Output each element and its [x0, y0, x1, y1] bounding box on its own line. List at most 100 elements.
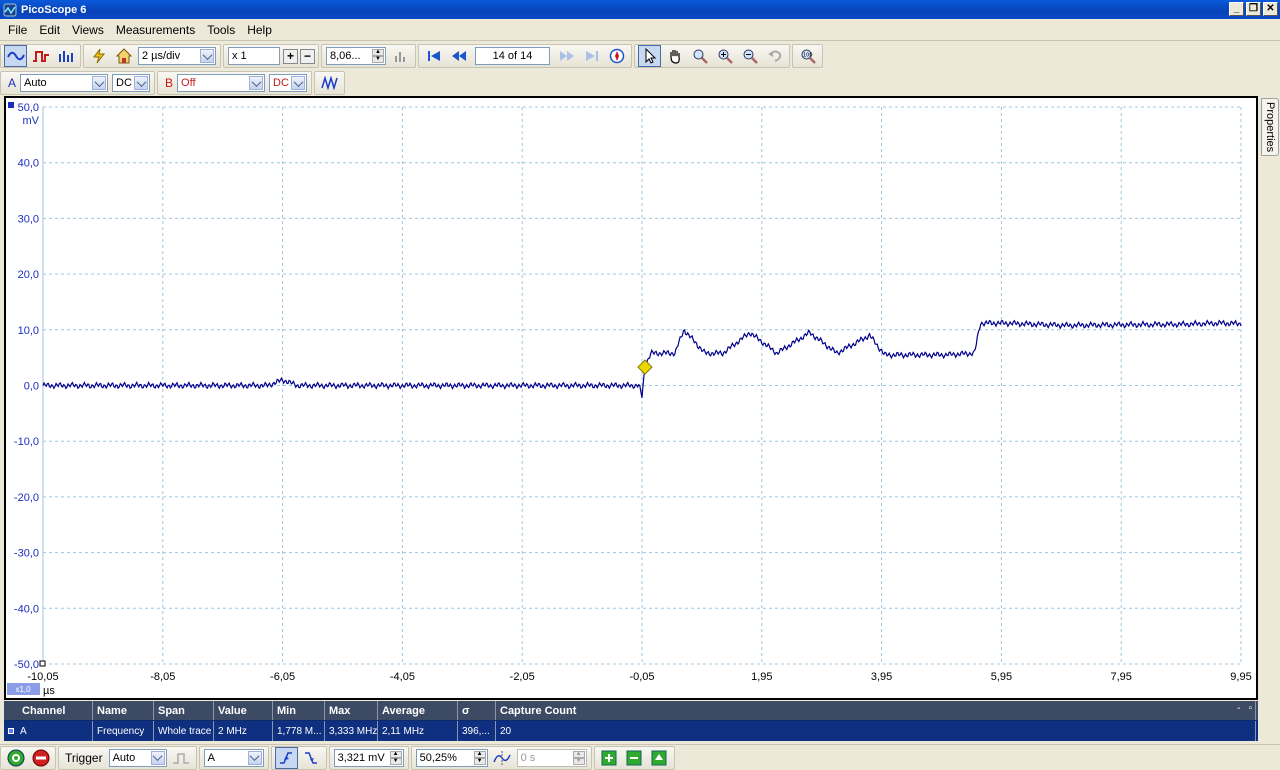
resolution-enhance-icon[interactable]	[389, 45, 412, 67]
zoom-tool-icon[interactable]	[688, 45, 711, 67]
zoom-overview-icon[interactable]: 100	[796, 45, 819, 67]
persistence-mode-icon[interactable]	[29, 45, 52, 67]
table-cell: 2 MHz	[214, 721, 273, 741]
zoom-out-minus-button[interactable]: −	[300, 48, 315, 64]
zoom-factor-field[interactable]: x 1	[228, 47, 280, 65]
zoom-in-icon[interactable]	[713, 45, 736, 67]
x-tick-label: -2,05	[510, 671, 535, 683]
column-header[interactable]: Value	[214, 701, 273, 720]
trigger-label: Trigger	[65, 750, 103, 765]
channel-a-range-select[interactable]: Auto	[20, 74, 109, 92]
spectrum-mode-icon[interactable]	[54, 45, 77, 67]
oscilloscope-plot[interactable]: -10,05 -8,05 -6,05 -4,05 -2,05 -0,05 1,95 3,95 5…	[6, 98, 1256, 698]
delete-measurement-icon[interactable]	[623, 747, 646, 769]
bottom-toolbar: Trigger Auto A 3,321 mV ▲ ▼ 50,25% ▲ ▼ 0…	[0, 744, 1280, 770]
scope-mode-icon[interactable]	[4, 45, 27, 67]
close-button[interactable]: ✕	[1263, 2, 1278, 16]
zoom-out-icon[interactable]	[738, 45, 761, 67]
trigger-marker-icon[interactable]	[637, 359, 653, 375]
channel-b-coupling-select[interactable]: DC	[269, 74, 308, 92]
column-header[interactable]: σ	[458, 701, 496, 720]
column-header[interactable]: Average	[378, 701, 458, 720]
scope-view[interactable]: -10,05 -8,05 -6,05 -4,05 -2,05 -0,05 1,95 3,95 5…	[4, 96, 1258, 700]
pointer-tool-icon[interactable]	[638, 45, 661, 67]
measurements-header: Channel Name Span Value Min Max Average σ Captur…	[4, 701, 1258, 720]
compass-icon[interactable]	[605, 45, 628, 67]
menu-views[interactable]: Views	[66, 23, 110, 37]
threshold-value: 3,321 mV	[337, 751, 385, 764]
post-trigger-delay-icon[interactable]	[491, 747, 514, 769]
zoom-factor-value: x 1	[232, 50, 247, 62]
channel-a-coupling-select[interactable]: DC	[112, 74, 151, 92]
undo-zoom-icon[interactable]	[763, 45, 786, 67]
math-channels-icon[interactable]	[318, 72, 341, 94]
start-icon[interactable]	[4, 747, 27, 769]
delay-spinner[interactable]: ▲ ▼	[572, 750, 585, 765]
chevron-down-icon[interactable]	[200, 49, 214, 63]
properties-tab[interactable]: Properties	[1261, 98, 1279, 156]
chevron-down-icon[interactable]	[92, 76, 107, 90]
stop-icon[interactable]	[29, 747, 52, 769]
next-page-icon[interactable]	[555, 45, 578, 67]
pretrigger-spinner[interactable]: ▲ ▼	[473, 750, 486, 765]
column-header[interactable]: Min	[273, 701, 325, 720]
channel-a-label[interactable]: A	[8, 76, 16, 90]
menu-tools[interactable]: Tools	[201, 23, 241, 37]
y-axis-unit: mV	[23, 115, 40, 127]
zoom-in-plus-button[interactable]: +	[283, 48, 298, 64]
column-header[interactable]: Span	[154, 701, 214, 720]
chevron-down-icon[interactable]	[247, 750, 262, 765]
samples-field[interactable]: 8,06... ▲ ▼	[326, 47, 386, 65]
advanced-trigger-icon[interactable]	[170, 747, 193, 769]
chevron-down-icon[interactable]	[134, 76, 149, 90]
collapse-measurements-button[interactable]: -	[1237, 703, 1240, 714]
first-page-icon[interactable]	[422, 45, 445, 67]
channel-b-label[interactable]: B	[165, 76, 173, 90]
edit-measurement-icon[interactable]	[648, 747, 671, 769]
x-tick-label: 1,95	[751, 671, 772, 683]
column-header[interactable]: Channel	[4, 701, 93, 720]
menu-measurements[interactable]: Measurements	[110, 23, 201, 37]
table-cell: 20	[496, 721, 1256, 741]
chevron-down-icon[interactable]	[291, 76, 306, 90]
pretrigger-field[interactable]: 50,25% ▲ ▼	[415, 748, 488, 767]
x-tick-label: -6,05	[270, 671, 295, 683]
delay-field[interactable]: 0 s ▲ ▼	[516, 748, 587, 767]
auto-setup-icon[interactable]	[87, 45, 110, 67]
rising-edge-icon[interactable]	[274, 746, 298, 769]
column-header[interactable]: Capture Count	[496, 701, 1256, 720]
trigger-source-group: A	[198, 745, 269, 770]
column-header[interactable]: Max	[325, 701, 378, 720]
hand-tool-icon[interactable]	[663, 45, 686, 67]
trigger-source-select[interactable]: A	[203, 748, 264, 767]
falling-edge-icon[interactable]	[300, 747, 323, 769]
y-tick-label: -20,0	[14, 492, 39, 504]
add-measurement-icon[interactable]	[598, 747, 621, 769]
page-indicator[interactable]: 14 of 14	[475, 47, 550, 65]
samples-spinner[interactable]: ▲ ▼	[372, 49, 384, 63]
restore-button[interactable]: ❐	[1246, 2, 1261, 16]
table-cell: 396,...	[458, 721, 496, 741]
default-setup-icon[interactable]	[112, 45, 135, 67]
minimize-button[interactable]: _	[1229, 2, 1244, 16]
table-row[interactable]: A Frequency Whole trace 2 MHz 1,778 M... 3,33…	[4, 721, 1258, 741]
column-header[interactable]: Name	[93, 701, 154, 720]
menu-edit[interactable]: Edit	[33, 23, 66, 37]
trigger-mode-select[interactable]: Auto	[108, 748, 167, 767]
chevron-down-icon[interactable]	[150, 750, 165, 765]
menu-help[interactable]: Help	[241, 23, 278, 37]
previous-page-icon[interactable]	[447, 45, 470, 67]
dock-measurements-button[interactable]: ▫	[1248, 703, 1252, 714]
timebase-select[interactable]: 2 µs/div	[138, 47, 216, 65]
trigger-source-value: A	[207, 751, 215, 764]
zoom-factor-group: x 1 + −	[223, 44, 319, 68]
channel-b-range-select[interactable]: Off	[177, 74, 266, 92]
main-toolbar: 2 µs/div x 1 + − 8,06... ▲ ▼ 14 of 14 10…	[0, 43, 1280, 69]
threshold-spinner[interactable]: ▲ ▼	[389, 750, 402, 765]
x-tick-label: 5,95	[991, 671, 1012, 683]
last-page-icon[interactable]	[580, 45, 603, 67]
menu-file[interactable]: File	[2, 23, 33, 37]
table-cell: 3,333 MHz	[325, 721, 378, 741]
threshold-field[interactable]: 3,321 mV ▲ ▼	[333, 748, 404, 767]
chevron-down-icon[interactable]	[249, 76, 264, 90]
